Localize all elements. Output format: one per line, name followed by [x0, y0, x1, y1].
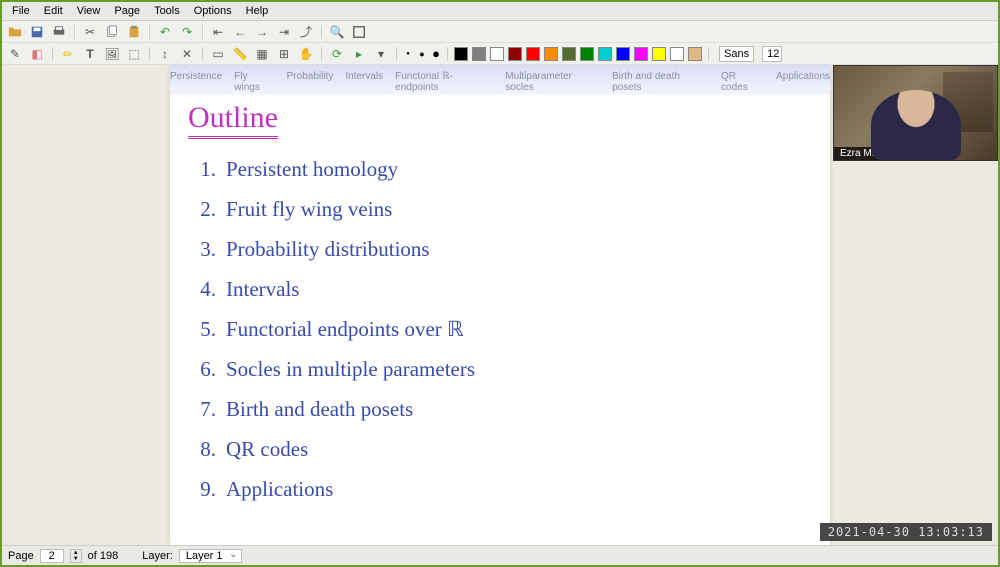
page-total: of 198: [88, 550, 119, 562]
last-icon[interactable]: ⇥: [275, 23, 293, 41]
layer-select[interactable]: Layer 1: [179, 549, 242, 563]
timestamp: 2021-04-30 13:03:13: [820, 523, 992, 541]
eraser-icon[interactable]: ◧: [28, 45, 46, 63]
copy-icon[interactable]: [103, 23, 121, 41]
swatch-tan[interactable]: [688, 47, 702, 61]
swatch-white2[interactable]: [670, 47, 684, 61]
nav-functorial[interactable]: Functorial ℝ-endpoints: [395, 71, 493, 93]
main-area: Persistence Fly wings Probability Interv…: [2, 65, 998, 545]
menu-tools[interactable]: Tools: [148, 3, 186, 19]
outline-item-3: 3.Probability distributions: [188, 237, 812, 262]
menu-help[interactable]: Help: [240, 3, 275, 19]
pen-icon[interactable]: ✎: [6, 45, 24, 63]
outline-item-1: 1.Persistent homology: [188, 157, 812, 182]
ruler-icon[interactable]: 📏: [231, 45, 249, 63]
slide-nav: Persistence Fly wings Probability Interv…: [170, 71, 830, 93]
swatch-red[interactable]: [526, 47, 540, 61]
cut-icon[interactable]: ✂: [81, 23, 99, 41]
paste-icon[interactable]: [125, 23, 143, 41]
toolbar-main: ✂ ↶ ↷ ⇤ ← → ⇥ ⤴ 🔍: [2, 21, 998, 43]
outline-list: 1.Persistent homology 2.Fruit fly wing v…: [188, 157, 812, 502]
snap-icon[interactable]: ⊞: [275, 45, 293, 63]
vspace-icon[interactable]: ↕: [156, 45, 174, 63]
outline-item-6: 6.Socles in multiple parameters: [188, 357, 812, 382]
shapes-icon[interactable]: ▭: [209, 45, 227, 63]
nav-persistence[interactable]: Persistence: [170, 71, 222, 93]
text-icon[interactable]: T: [81, 45, 99, 63]
stroke-thick-icon[interactable]: ●: [431, 46, 441, 61]
slide-page: Persistence Fly wings Probability Interv…: [170, 65, 830, 545]
delete-icon[interactable]: ✕: [178, 45, 196, 63]
swatch-black[interactable]: [454, 47, 468, 61]
highlighter-icon[interactable]: ✏: [59, 45, 77, 63]
goto-icon[interactable]: ⤴: [297, 23, 315, 41]
nav-flywings[interactable]: Fly wings: [234, 71, 274, 93]
outline-item-9: 9.Applications: [188, 477, 812, 502]
swatch-darkred[interactable]: [508, 47, 522, 61]
nav-intervals[interactable]: Intervals: [345, 71, 383, 93]
search-icon[interactable]: 🔍: [328, 23, 346, 41]
grid-icon[interactable]: ▦: [253, 45, 271, 63]
menu-options[interactable]: Options: [188, 3, 238, 19]
outline-item-5: 5.Functorial endpoints over ℝ: [188, 317, 812, 342]
swatch-olive[interactable]: [562, 47, 576, 61]
nav-qrcodes[interactable]: QR codes: [721, 71, 764, 93]
font-size[interactable]: 12: [762, 46, 782, 62]
page-spinner[interactable]: ▲▼: [70, 549, 82, 563]
fullscreen-icon[interactable]: [350, 23, 368, 41]
undo-icon[interactable]: ↶: [156, 23, 174, 41]
swatch-yellow[interactable]: [652, 47, 666, 61]
outline-item-8: 8.QR codes: [188, 437, 812, 462]
menu-view[interactable]: View: [71, 3, 107, 19]
menu-edit[interactable]: Edit: [38, 3, 69, 19]
next-icon[interactable]: →: [253, 23, 271, 41]
menu-page[interactable]: Page: [108, 3, 146, 19]
image-icon[interactable]: 🖼: [103, 45, 121, 63]
swatch-green[interactable]: [580, 47, 594, 61]
layer-label: Layer:: [142, 550, 173, 562]
font-name[interactable]: Sans: [719, 46, 754, 62]
hand-icon[interactable]: ✋: [297, 45, 315, 63]
webcam-label: Ezra Miller: [834, 147, 893, 160]
prev-icon[interactable]: ←: [231, 23, 249, 41]
rotate-icon[interactable]: ⟳: [328, 45, 346, 63]
page-label: Page: [8, 550, 34, 562]
statusbar: Page ▲▼ of 198 Layer: Layer 1: [2, 545, 998, 565]
dropdown-icon[interactable]: ▾: [372, 45, 390, 63]
swatch-teal[interactable]: [598, 47, 612, 61]
swatch-blue[interactable]: [616, 47, 630, 61]
swatch-orange[interactable]: [544, 47, 558, 61]
outline-item-4: 4.Intervals: [188, 277, 812, 302]
open-icon[interactable]: [6, 23, 24, 41]
nav-socles[interactable]: Multiparameter socles: [505, 71, 600, 93]
slide-title: Outline: [188, 101, 278, 139]
select-icon[interactable]: ⬚: [125, 45, 143, 63]
nav-apps[interactable]: Applications: [776, 71, 830, 93]
nav-birthdeath[interactable]: Birth and death posets: [612, 71, 709, 93]
menu-file[interactable]: File: [6, 3, 36, 19]
redo-icon[interactable]: ↷: [178, 23, 196, 41]
swatch-gray[interactable]: [472, 47, 486, 61]
swatch-magenta[interactable]: [634, 47, 648, 61]
print-icon[interactable]: [50, 23, 68, 41]
stroke-med-icon[interactable]: ●: [417, 49, 427, 59]
first-icon[interactable]: ⇤: [209, 23, 227, 41]
nav-probability[interactable]: Probability: [287, 71, 334, 93]
swatch-white[interactable]: [490, 47, 504, 61]
play-icon[interactable]: ▸: [350, 45, 368, 63]
save-icon[interactable]: [28, 23, 46, 41]
outline-item-2: 2.Fruit fly wing veins: [188, 197, 812, 222]
webcam-overlay: Ezra Miller: [833, 65, 998, 161]
page-number-input[interactable]: [40, 549, 64, 563]
menubar: File Edit View Page Tools Options Help: [2, 2, 998, 21]
outline-item-7: 7.Birth and death posets: [188, 397, 812, 422]
toolbar-tools: ✎ ◧ ✏ T 🖼 ⬚ ↕ ✕ ▭ 📏 ▦ ⊞ ✋ ⟳ ▸ ▾ ● ● ● Sa…: [2, 43, 998, 65]
stroke-thin-icon[interactable]: ●: [403, 51, 413, 57]
